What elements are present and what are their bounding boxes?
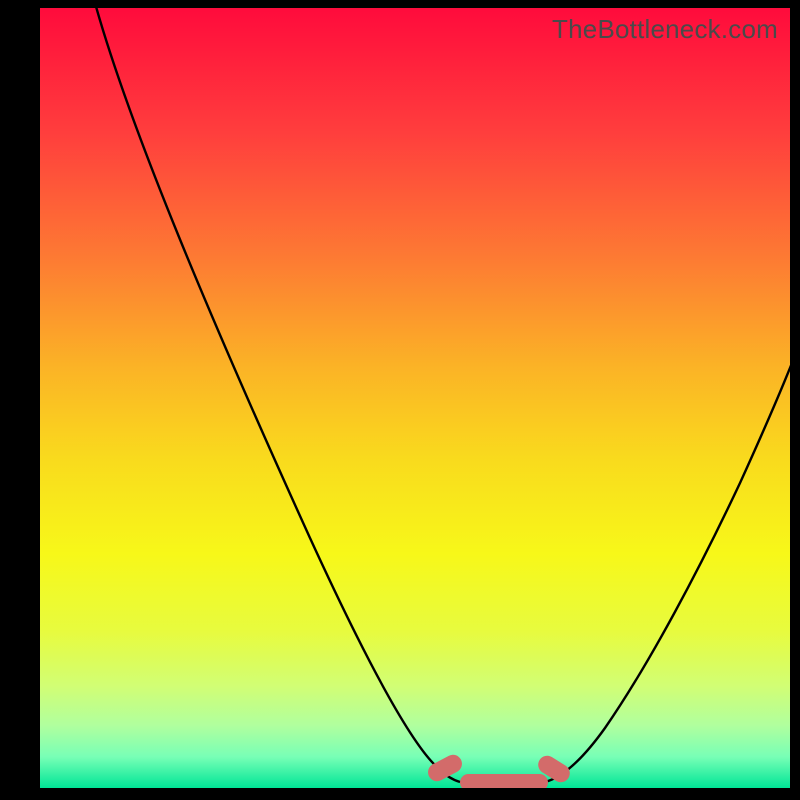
plot-area: TheBottleneck.com [40, 8, 790, 788]
highlight-flat [460, 774, 548, 788]
chart-frame: TheBottleneck.com [0, 0, 800, 800]
bottleneck-curve [40, 8, 790, 788]
watermark-text: TheBottleneck.com [552, 14, 778, 45]
